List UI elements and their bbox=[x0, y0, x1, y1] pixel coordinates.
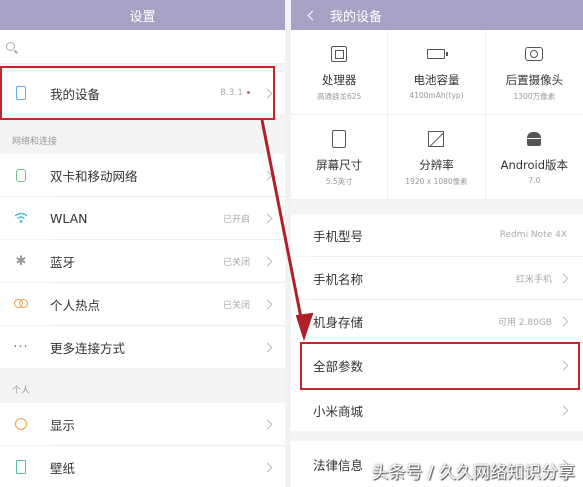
settings-item-label: 双卡和移动网络 bbox=[50, 168, 138, 184]
spec-battery: 电池容量 4100mAh(typ) bbox=[388, 30, 486, 115]
screen-icon bbox=[332, 129, 347, 149]
spec-value: 1920 x 1080像素 bbox=[405, 177, 468, 186]
settings-item-label: 更多连接方式 bbox=[50, 340, 126, 356]
settings-item-label: 蓝牙 bbox=[50, 254, 76, 270]
bluetooth-icon: ✱ bbox=[15, 253, 27, 269]
chevron-right-icon bbox=[262, 299, 273, 309]
chevron-right-icon bbox=[262, 419, 273, 429]
back-arrow-icon[interactable] bbox=[307, 10, 318, 20]
my-device-header: 我的设备 bbox=[291, 0, 583, 30]
page-title: 设置 bbox=[129, 9, 156, 25]
row-value: Redmi Note 4X bbox=[499, 230, 567, 240]
resolution-icon bbox=[428, 129, 445, 149]
row-label: 小米商城 bbox=[313, 403, 364, 419]
settings-item-wlan[interactable]: WLAN 已开启 bbox=[0, 197, 285, 239]
settings-header: 设置 bbox=[0, 0, 285, 30]
spec-grid: 处理器 高通骁龙625 电池容量 4100mAh(typ) 后置摄像头 1300… bbox=[291, 30, 583, 200]
chevron-right-icon bbox=[558, 273, 569, 283]
spec-value: 4100mAh(typ) bbox=[409, 91, 464, 100]
status-text: 已开启 bbox=[222, 214, 250, 225]
spec-processor: 处理器 高通骁龙625 bbox=[291, 30, 389, 115]
status-text: 已关闭 bbox=[222, 257, 250, 268]
settings-item-label: WLAN bbox=[50, 210, 88, 226]
row-label: 机身存储 bbox=[313, 314, 364, 330]
display-icon bbox=[14, 417, 28, 431]
settings-item-more-connections[interactable]: ··· 更多连接方式 bbox=[0, 326, 285, 368]
spec-camera: 后置摄像头 1300万像素 bbox=[485, 30, 583, 115]
my-device-panel: 我的设备 处理器 高通骁龙625 电池容量 4100mAh(typ) 后置摄像头… bbox=[291, 0, 583, 487]
chevron-right-icon bbox=[262, 342, 273, 352]
wifi-icon bbox=[14, 211, 28, 225]
battery-icon bbox=[427, 44, 449, 64]
spec-screen-size: 屏幕尺寸 5.5英寸 bbox=[291, 115, 389, 200]
settings-item-label: 显示 bbox=[50, 417, 76, 433]
settings-item-label: 壁纸 bbox=[50, 460, 76, 476]
chevron-right-icon bbox=[262, 213, 273, 223]
camera-icon bbox=[525, 44, 544, 64]
spec-title: 电池容量 bbox=[413, 73, 460, 87]
spec-value: 高通骁龙625 bbox=[317, 92, 362, 101]
spec-title: 处理器 bbox=[321, 73, 357, 87]
watermark: 头条号 / 久久网络知识分享 bbox=[371, 463, 575, 483]
settings-item-wallpaper[interactable]: 壁纸 bbox=[0, 446, 285, 487]
wallpaper-icon bbox=[14, 460, 28, 474]
status-text: 已关闭 bbox=[222, 300, 250, 311]
settings-panel: 设置 我的设备 8.3.1 网络和连接 双卡和移动网络 WLAN 已开启 ✱ 蓝… bbox=[0, 0, 285, 487]
spec-resolution: 分辨率 1920 x 1080像素 bbox=[388, 115, 486, 200]
settings-item-bluetooth[interactable]: ✱ 蓝牙 已关闭 bbox=[0, 240, 285, 282]
chevron-right-icon bbox=[558, 316, 569, 326]
page-title: 我的设备 bbox=[330, 9, 383, 25]
chevron-right-icon bbox=[262, 462, 273, 472]
row-label: 手机型号 bbox=[313, 228, 364, 244]
settings-item-label: 个人热点 bbox=[50, 297, 101, 313]
spec-android-version: Android版本 7.0 bbox=[485, 115, 583, 200]
spec-title: 后置摄像头 bbox=[505, 73, 564, 87]
device-row-name[interactable]: 手机名称 红米手机 bbox=[291, 257, 583, 299]
search-bar[interactable] bbox=[0, 30, 285, 64]
hotspot-icon bbox=[14, 297, 28, 311]
chip-icon bbox=[331, 44, 348, 64]
sim-icon bbox=[14, 168, 28, 182]
more-dots-icon: ··· bbox=[13, 339, 29, 355]
spec-title: 分辨率 bbox=[419, 158, 454, 172]
device-row-model[interactable]: 手机型号 Redmi Note 4X bbox=[291, 214, 583, 256]
section-network: 网络和连接 bbox=[12, 137, 58, 147]
device-row-mi-store[interactable]: 小米商城 bbox=[291, 389, 583, 431]
chevron-right-icon bbox=[262, 170, 273, 180]
spec-value: 5.5英寸 bbox=[325, 177, 353, 186]
row-value: 可用 2.80GB bbox=[497, 317, 552, 328]
spec-value: 1300万像素 bbox=[513, 92, 556, 101]
highlight-box-my-device bbox=[0, 66, 275, 120]
spec-title: Android版本 bbox=[500, 158, 569, 172]
row-label: 手机名称 bbox=[313, 271, 364, 287]
settings-item-sim[interactable]: 双卡和移动网络 bbox=[0, 154, 285, 196]
chevron-right-icon bbox=[262, 256, 273, 266]
spec-title: 屏幕尺寸 bbox=[316, 158, 363, 172]
row-value: 红米手机 bbox=[515, 274, 552, 285]
settings-item-display[interactable]: 显示 bbox=[0, 403, 285, 445]
android-icon bbox=[526, 129, 542, 149]
device-row-storage[interactable]: 机身存储 可用 2.80GB bbox=[291, 300, 583, 342]
highlight-box-all-specs bbox=[300, 342, 580, 390]
search-icon bbox=[6, 42, 15, 51]
spec-value: 7.0 bbox=[528, 176, 541, 185]
section-personal: 个人 bbox=[12, 386, 31, 396]
chevron-right-icon bbox=[558, 405, 569, 415]
settings-item-hotspot[interactable]: 个人热点 已关闭 bbox=[0, 283, 285, 325]
